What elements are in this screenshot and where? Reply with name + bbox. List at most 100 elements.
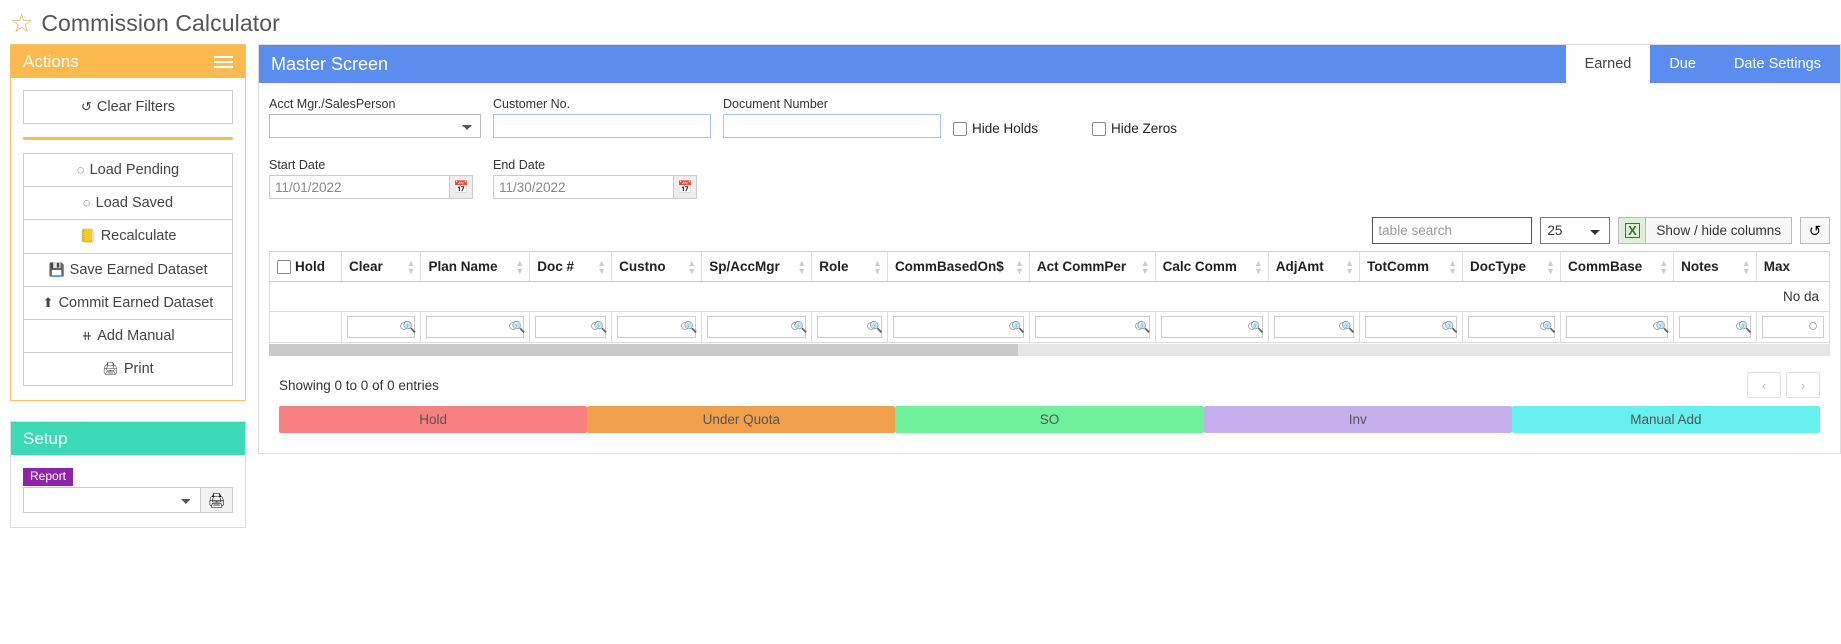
column-header-hold[interactable]: Hold	[269, 251, 342, 282]
column-header-clear[interactable]: Clear ▲ ▼	[340, 251, 422, 282]
column-header-role[interactable]: Role ▲ ▼	[811, 251, 888, 282]
commission-table: Hold Clear ▲ ▼ Plan Name ▲ ▼ Doc # ▲ ▼ Custno ▲…	[269, 251, 1831, 343]
acct-mgr-select[interactable]	[269, 114, 481, 138]
pagination-prev-button[interactable]: ‹	[1747, 372, 1781, 398]
plus-square-icon: ⧺	[81, 327, 93, 343]
star-outline-icon: ☆	[10, 8, 34, 38]
tab-date-settings[interactable]: Date Settings	[1715, 45, 1840, 83]
column-filter-input[interactable]	[1034, 316, 1150, 338]
chevron-left-icon: ‹	[1761, 377, 1767, 393]
table-header-row: Hold Clear ▲ ▼ Plan Name ▲ ▼ Doc # ▲ ▼ Custno ▲…	[269, 251, 1831, 282]
filter-cell-commbase: 🔍	[1559, 311, 1675, 343]
start-date-input[interactable]	[269, 175, 449, 199]
column-label: AdjAmt	[1275, 259, 1324, 274]
column-filter-input[interactable]	[1565, 316, 1669, 338]
floppy-save-icon: 💾	[48, 261, 65, 277]
column-label: CommBase	[1567, 259, 1643, 274]
select-all-checkbox[interactable]	[277, 259, 291, 274]
table-search-input[interactable]	[1372, 217, 1533, 244]
column-header-commbasedon[interactable]: CommBasedOn$ ▲ ▼	[886, 251, 1030, 282]
column-header-totcomm[interactable]: TotComm ▲ ▼	[1359, 251, 1464, 282]
show-hide-columns-button[interactable]: Show / hide columns	[1646, 217, 1792, 244]
magnifier-icon: 🔍	[511, 321, 526, 334]
column-header-sp-accmgr[interactable]: Sp/AccMgr ▲ ▼	[701, 251, 813, 282]
tab-earned[interactable]: Earned	[1565, 45, 1651, 83]
end-date-field: End Date 📅	[493, 158, 697, 199]
filter-cell-notes: 🔍	[1673, 311, 1757, 343]
start-date-calendar-icon[interactable]: 📅	[449, 175, 473, 199]
end-date-input[interactable]	[493, 175, 673, 199]
page-title: Commission Calculator	[41, 9, 280, 36]
end-date-wrap: 📅	[493, 175, 697, 199]
sort-icon: ▲ ▼	[1140, 257, 1150, 276]
column-filter-input[interactable]	[707, 316, 807, 338]
table-empty-row: No da	[269, 281, 1830, 312]
reload-icon[interactable]: ↺	[1800, 217, 1830, 244]
legend-item-manual-add: Manual Add	[1511, 406, 1821, 433]
column-header-doc-num[interactable]: Doc # ▲ ▼	[529, 251, 613, 282]
print-label: Print	[123, 360, 154, 377]
column-filter-input[interactable]	[892, 316, 1024, 338]
column-label: Sp/AccMgr	[709, 259, 780, 274]
sort-icon: ▲ ▼	[406, 257, 416, 276]
column-filter-input[interactable]	[426, 316, 525, 338]
acct-mgr-label: Acct Mgr./SalesPerson	[269, 97, 396, 111]
report-select[interactable]	[23, 487, 201, 514]
data-table-section: 25 X Show / hide columns ↺ Hold Clear ▲▼ …	[259, 199, 1840, 453]
hide-zeros-checkbox[interactable]: Hide Zeros	[1092, 121, 1177, 138]
legend-item-under-quota: Under Quota	[587, 406, 896, 433]
recalculate-button[interactable]: 📒 Recalculate	[23, 219, 233, 253]
column-filter-input[interactable]	[1365, 316, 1458, 338]
column-header-plan-name[interactable]: Plan Name ▲ ▼	[420, 251, 531, 282]
magnifier-icon: 🔍	[1738, 321, 1752, 334]
customer-no-label: Customer No.	[493, 97, 571, 111]
column-label: Role	[819, 259, 849, 274]
column-filter-input[interactable]	[1761, 316, 1824, 338]
column-header-calc-comm[interactable]: Calc Comm ▲ ▼	[1154, 251, 1269, 282]
spinner-icon: ◌	[76, 162, 85, 178]
hide-holds-checkbox[interactable]: Hide Holds	[953, 121, 1038, 138]
column-header-max[interactable]: Max	[1755, 251, 1831, 282]
save-earned-dataset-button[interactable]: 💾 Save Earned Dataset	[23, 252, 233, 286]
filter-cell-hold	[269, 311, 342, 343]
clear-filters-button[interactable]: ↺ Clear Filters	[23, 90, 233, 125]
filter-cell-doc-num: 🔍	[529, 311, 613, 343]
tab-due[interactable]: Due	[1650, 45, 1715, 83]
report-print-button[interactable]: 🖨	[201, 487, 233, 514]
sort-icon: ▲ ▼	[1014, 257, 1024, 276]
pagination-next-button[interactable]: ›	[1786, 372, 1820, 398]
column-filter-input[interactable]	[1160, 316, 1263, 338]
excel-export-icon[interactable]: X	[1618, 217, 1647, 244]
document-number-label: Document Number	[723, 97, 828, 111]
page-length-select[interactable]: 25	[1540, 217, 1611, 244]
column-header-commbase[interactable]: CommBase ▲ ▼	[1559, 251, 1675, 282]
actions-panel-header: Actions	[11, 45, 245, 78]
commit-earned-dataset-button[interactable]: ⬆ Commit Earned Dataset	[23, 285, 233, 319]
checkbox-box-icon	[953, 121, 967, 136]
column-header-custno[interactable]: Custno ▲ ▼	[611, 251, 703, 282]
column-header-adjamt[interactable]: AdjAmt ▲ ▼	[1267, 251, 1361, 282]
sort-icon: ▲ ▼	[1659, 257, 1669, 276]
filter-section: Acct Mgr./SalesPerson Customer No. Docum…	[259, 83, 1840, 144]
filter-cell-doctype: 🔍	[1462, 311, 1561, 343]
horizontal-scrollbar[interactable]	[269, 344, 1830, 356]
document-number-input[interactable]	[723, 114, 941, 138]
hamburger-icon[interactable]	[214, 55, 233, 68]
magnifier-icon: 🔍	[1250, 321, 1264, 334]
start-date-wrap: 📅	[269, 175, 473, 199]
add-manual-button[interactable]: ⧺ Add Manual	[23, 318, 233, 352]
column-header-act-commper[interactable]: Act CommPer ▲ ▼	[1028, 251, 1156, 282]
column-header-notes[interactable]: Notes ▲ ▼	[1673, 251, 1757, 282]
column-header-doctype[interactable]: DocType ▲ ▼	[1462, 251, 1561, 282]
end-date-calendar-icon[interactable]: 📅	[673, 175, 697, 199]
magnifier-icon: 🔍	[1444, 321, 1459, 334]
actions-panel-title: Actions	[23, 51, 79, 71]
print-button[interactable]: 🖨 Print	[23, 351, 233, 386]
customer-no-input[interactable]	[493, 114, 711, 138]
load-saved-button[interactable]: ◌ Load Saved	[23, 186, 233, 220]
magnifier-icon: 🔍	[1011, 321, 1025, 334]
sort-icon: ▲ ▼	[597, 257, 607, 276]
magnifier-icon: 🔍	[1655, 321, 1670, 334]
table-export-group: X Show / hide columns	[1618, 217, 1792, 244]
load-pending-button[interactable]: ◌ Load Pending	[23, 153, 233, 187]
